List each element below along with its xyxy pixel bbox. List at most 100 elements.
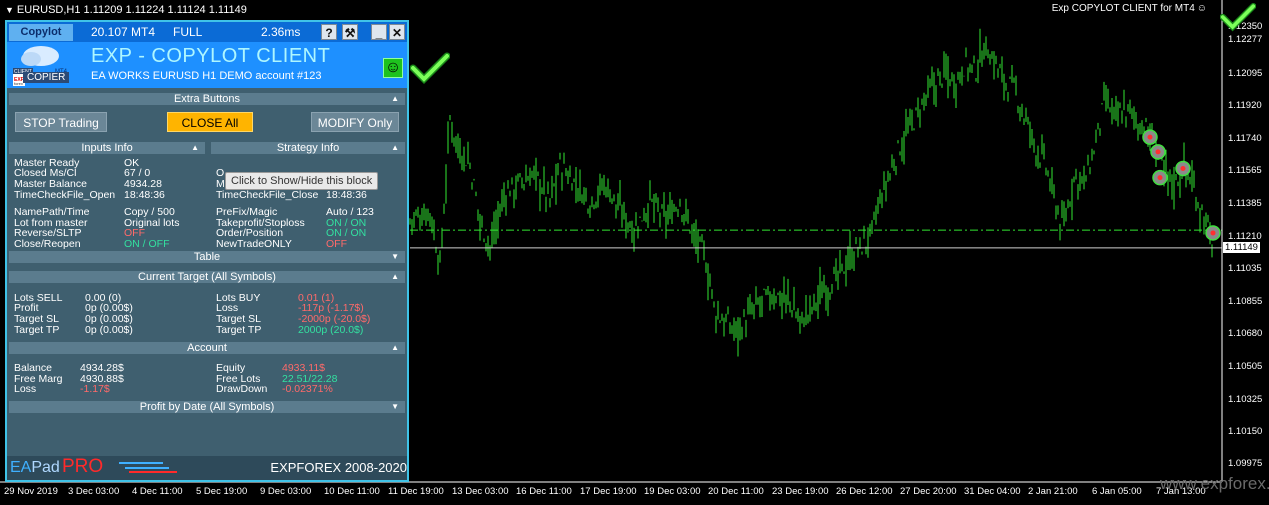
time-tick-label: 9 Dec 03:00 [260,486,312,497]
panel-title-bar: Copylot 20.107 MT4 FULL 2.36ms ? ⚒ _ ✕ [7,22,407,42]
price-tick-label: 1.10150 [1228,425,1263,437]
price-tick-label: 1.11565 [1228,165,1262,177]
info-value: 0p (0.00$) [85,324,133,336]
close-all-button[interactable]: CLOSE All [167,112,253,132]
price-tick-label: 1.10505 [1228,360,1263,372]
info-value: 18:48:36 [326,189,367,201]
info-value: 0p (0.00$) [85,302,133,314]
info-value: 0p (0.00$) [85,313,133,325]
time-tick-label: 27 Dec 20:00 [900,486,957,497]
expand-down-icon: ▼ [391,402,399,411]
modify-only-button[interactable]: MODIFY Only [311,112,399,132]
stop-trading-button[interactable]: STOP Trading [15,112,107,132]
price-tick-label: 1.10855 [1228,296,1263,308]
mode-label: FULL [173,25,203,39]
close-panel-button[interactable]: ✕ [389,24,405,40]
tooltip: Click to Show/Hide this block [225,172,379,190]
info-label: Profit [14,302,39,314]
time-tick-label: 2 Jan 21:00 [1028,486,1078,497]
info-label: M [216,178,225,190]
section-strategy-info[interactable]: Strategy Info ▲ [211,142,405,154]
info-label: PreFix/Magic [216,206,278,218]
smiley-icon: ☺ [1196,3,1207,14]
ea-name-label: Exp COPYLOT CLIENT for MT4 [1051,3,1195,14]
info-label: Order/Position [216,227,284,239]
info-label: Loss [14,383,37,395]
panel-header: Copylot 20.107 MT4 FULL 2.36ms ? ⚒ _ ✕ C… [7,22,407,88]
time-tick-label: 3 Dec 03:00 [68,486,120,497]
checkmark-icon [410,52,450,84]
info-label: NamePath/Time [14,206,90,218]
panel-title: EXP - COPYLOT CLIENT [91,45,331,67]
pro-label: PRO [62,456,104,477]
tab-copylot[interactable]: Copylot [9,24,73,41]
section-extra-buttons[interactable]: Extra Buttons ▲ [9,93,405,105]
copylot-panel: Copylot 20.107 MT4 FULL 2.36ms ? ⚒ _ ✕ C… [5,20,409,482]
price-tick-label: 1.10325 [1228,393,1263,405]
info-label: O [216,167,225,179]
section-account[interactable]: Account ▲ [9,342,405,354]
price-tick-label: 1.12095 [1228,67,1263,79]
chart-menu-icon[interactable]: ▼ [5,0,14,20]
section-profit-by-date[interactable]: Profit by Date (All Symbols) ▼ [9,401,405,413]
section-title: Extra Buttons [173,93,241,105]
price-bars [409,28,1213,357]
time-tick-label: 10 Dec 11:00 [324,486,380,497]
section-current-target[interactable]: Current Target (All Symbols) ▲ [9,271,405,283]
symbol-quote: EURUSD,H1 1.11209 1.11224 1.11124 1.1114… [16,4,247,16]
info-label: Target TP [216,324,262,336]
collapse-up-icon: ▲ [191,143,199,152]
section-title: Account [187,342,227,354]
section-title: Table [193,251,221,263]
info-value: 4934.28 [124,178,162,190]
info-label: Equity [216,362,246,374]
time-tick-label: 5 Dec 19:00 [196,486,248,497]
time-tick-label: 31 Dec 04:00 [964,486,1021,497]
help-button[interactable]: ? [321,24,337,40]
section-table[interactable]: Table ▼ [9,251,405,263]
section-inputs-info[interactable]: Inputs Info ▲ [9,142,205,154]
checkmark-icon [1220,3,1256,32]
time-tick-label: 17 Dec 19:00 [580,486,637,497]
time-tick-label: 29 Nov 2019 [4,486,58,497]
price-tick-label: 1.11210 [1228,230,1262,242]
collapse-up-icon: ▲ [391,343,399,352]
price-tick-label: 1.10680 [1228,328,1263,340]
info-value: 67 / 0 [124,167,151,179]
info-value: Auto / 123 [326,206,374,218]
info-value: -1.17$ [80,383,110,395]
info-label: Target SL [14,313,59,325]
trade-marker-dot [1157,175,1163,181]
info-label: DrawDown [216,383,268,395]
time-tick-label: 20 Dec 11:00 [708,486,764,497]
eapad-logo: EAPad [10,459,60,477]
eapad-lines-icon [119,462,177,473]
price-tick-label: 1.11920 [1228,99,1262,111]
info-value: -0.02371% [282,383,333,395]
expand-down-icon: ▼ [391,252,399,261]
ping-label: 2.36ms [261,25,301,39]
collapse-up-icon: ▲ [391,143,399,152]
info-value: OFF [326,238,347,250]
logo-forex-text: forex [14,81,23,86]
price-tick-label: 1.09975 [1228,458,1263,470]
info-label: Target SL [216,313,261,325]
info-value: -117p (-1.17$) [298,302,364,314]
time-tick-label: 6 Jan 05:00 [1092,486,1142,497]
ea-text: EA [10,459,32,476]
status-smile-icon[interactable]: ☺ [383,58,403,78]
info-label: Reverse/SLTP [14,227,82,239]
info-label: Loss [216,302,239,314]
trade-markers [1142,129,1221,241]
price-tick-label: 1.11385 [1228,198,1262,210]
trade-marker-dot [1210,230,1216,236]
info-label: Target TP [14,324,60,336]
tools-button[interactable]: ⚒ [342,24,358,40]
collapse-up-icon: ▲ [391,272,399,281]
watermark: www.expforex.com [1160,474,1269,493]
info-label: Closed Ms/Cl [14,167,77,179]
info-value: 4934.28$ [80,362,124,374]
collapse-up-icon: ▲ [391,94,399,103]
copyright-label: EXPFOREX 2008-2020 [270,460,407,475]
minimize-button[interactable]: _ [371,24,387,40]
